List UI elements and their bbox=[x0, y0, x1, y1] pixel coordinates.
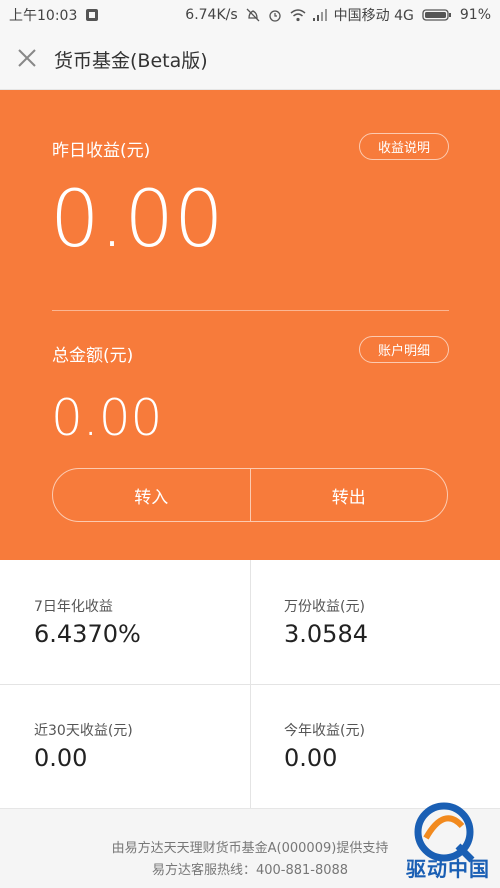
wifi-icon bbox=[290, 8, 306, 22]
watermark-text: 驱动中国 bbox=[406, 857, 490, 881]
stat-value: 0.00 bbox=[34, 744, 88, 772]
stat-cell-7day-yield: 7日年化收益 6.4370% bbox=[0, 560, 250, 684]
notification-icon bbox=[85, 8, 99, 22]
stat-title: 今年收益(元) bbox=[284, 723, 365, 739]
battery-percent: 91% bbox=[459, 7, 491, 23]
page-title: 货币基金(Beta版) bbox=[54, 50, 208, 72]
stat-cell-year-earnings: 今年收益(元) 0.00 bbox=[250, 684, 500, 808]
alarm-icon bbox=[268, 8, 282, 22]
stat-value: 6.4370% bbox=[34, 620, 141, 648]
yesterday-earnings-value: 0.00 bbox=[50, 175, 224, 265]
transfer-in-button[interactable]: 转入 bbox=[53, 469, 250, 521]
total-amount-label: 总金额(元) bbox=[52, 346, 134, 366]
stat-value: 0.00 bbox=[284, 744, 338, 772]
total-amount-value: 0.00 bbox=[51, 389, 163, 447]
carrier-label: 中国移动 4G bbox=[333, 8, 414, 24]
app-bar: 货币基金(Beta版) bbox=[0, 30, 500, 90]
transfer-out-button[interactable]: 转出 bbox=[251, 469, 448, 521]
stat-value: 3.0584 bbox=[284, 620, 368, 648]
stat-cell-30day-earnings: 近30天收益(元) 0.00 bbox=[0, 684, 250, 808]
transfer-actions: 转入 转出 bbox=[52, 468, 448, 522]
hero-divider bbox=[52, 310, 449, 311]
stat-title: 万份收益(元) bbox=[284, 599, 365, 615]
stats-grid: 7日年化收益 6.4370% 万份收益(元) 3.0584 近30天收益(元) … bbox=[0, 560, 500, 808]
yesterday-earnings-label: 昨日收益(元) bbox=[52, 141, 151, 161]
stat-cell-per-10k-earnings: 万份收益(元) 3.0584 bbox=[250, 560, 500, 684]
close-icon bbox=[17, 48, 37, 72]
status-time: 上午10:03 bbox=[9, 8, 78, 24]
net-speed: 6.74K/s bbox=[185, 7, 238, 23]
mute-bell-icon bbox=[246, 8, 260, 22]
close-button[interactable] bbox=[0, 30, 54, 90]
account-detail-button[interactable]: 账户明细 bbox=[359, 336, 449, 363]
battery-icon bbox=[422, 8, 452, 22]
status-bar: 上午10:03 6.74K/s 中国移动 4G 91% bbox=[0, 0, 500, 30]
earnings-explain-button[interactable]: 收益说明 bbox=[359, 133, 449, 160]
stat-title: 近30天收益(元) bbox=[34, 723, 133, 739]
earnings-panel: 昨日收益(元) 收益说明 0.00 总金额(元) 账户明细 0.00 转入 转出 bbox=[0, 90, 500, 560]
stat-title: 7日年化收益 bbox=[34, 599, 113, 615]
signal-icon bbox=[312, 8, 327, 22]
grid-divider-horizontal bbox=[0, 684, 500, 685]
